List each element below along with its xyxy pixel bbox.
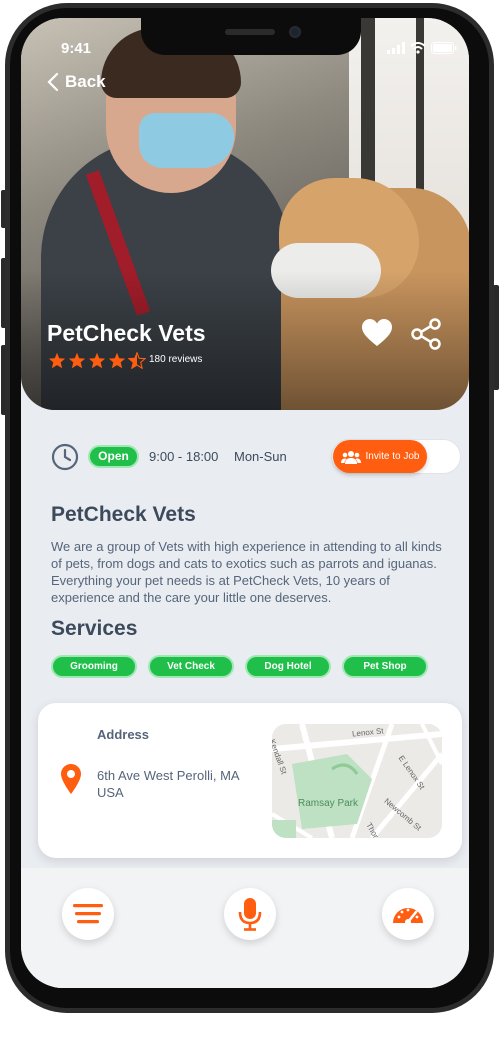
- star-icon: [68, 352, 86, 369]
- status-icons: [387, 42, 457, 54]
- opening-hours: 9:00 - 18:00: [149, 449, 219, 464]
- review-count: 180 reviews: [149, 354, 203, 365]
- location-pin-icon: [60, 763, 82, 800]
- star-icon: [108, 352, 126, 369]
- map-preview[interactable]: Kendall St Lenox St E Lenox St Newcomb S…: [272, 724, 442, 838]
- service-chip-grooming[interactable]: Grooming: [51, 655, 137, 678]
- menu-button[interactable]: [62, 888, 114, 940]
- service-chip-dog-hotel[interactable]: Dog Hotel: [245, 655, 331, 678]
- share-icon: [411, 318, 441, 350]
- app-screen: 9:41 Back PetCheck Vets 180 reviews Open…: [21, 18, 469, 988]
- status-time: 9:41: [61, 40, 92, 57]
- clock-icon: [51, 443, 79, 476]
- star-icon: [48, 352, 66, 369]
- group-icon: [340, 450, 361, 464]
- half-star-icon: [128, 352, 146, 369]
- speaker: [225, 29, 275, 35]
- business-name: PetCheck Vets: [47, 320, 206, 346]
- share-button[interactable]: [411, 318, 441, 355]
- address-label: Address: [97, 727, 150, 742]
- wifi-icon: [410, 42, 426, 54]
- address-value: 6th Ave West Perolli, MA USA: [97, 768, 239, 800]
- dashboard-button[interactable]: [382, 888, 434, 940]
- signal-icon: [387, 42, 405, 54]
- back-label: Back: [65, 72, 106, 91]
- microphone-icon: [238, 898, 262, 931]
- hero-face-mask: [139, 113, 234, 168]
- invite-to-job-button[interactable]: Invite to Job: [333, 440, 427, 473]
- rating-stars: [48, 352, 146, 369]
- services-list: Grooming Vet Check Dog Hotel Pet Shop: [51, 655, 428, 678]
- front-camera: [289, 26, 301, 38]
- star-icon: [88, 352, 106, 369]
- favorite-button[interactable]: [361, 318, 393, 353]
- chevron-left-icon: [47, 72, 59, 92]
- address-card: Address 6th Ave West Perolli, MA USA Ken…: [38, 703, 462, 858]
- menu-icon: [73, 904, 103, 924]
- open-status-badge: Open: [88, 445, 139, 468]
- invite-label: Invite to Job: [365, 451, 420, 462]
- service-chip-vet-check[interactable]: Vet Check: [148, 655, 234, 678]
- map-park-label: Ramsay Park: [298, 798, 359, 809]
- service-chip-pet-shop[interactable]: Pet Shop: [342, 655, 428, 678]
- about-description: We are a group of Vets with high experie…: [51, 539, 442, 605]
- opening-days: Mon-Sun: [234, 449, 287, 464]
- notch: [141, 17, 361, 55]
- voice-search-button[interactable]: [224, 888, 276, 940]
- services-title: Services: [51, 617, 138, 640]
- battery-icon: [431, 42, 457, 54]
- heart-icon: [362, 319, 392, 346]
- speedometer-icon: [393, 908, 423, 925]
- about-title: PetCheck Vets: [51, 503, 196, 526]
- back-button[interactable]: Back: [47, 72, 106, 92]
